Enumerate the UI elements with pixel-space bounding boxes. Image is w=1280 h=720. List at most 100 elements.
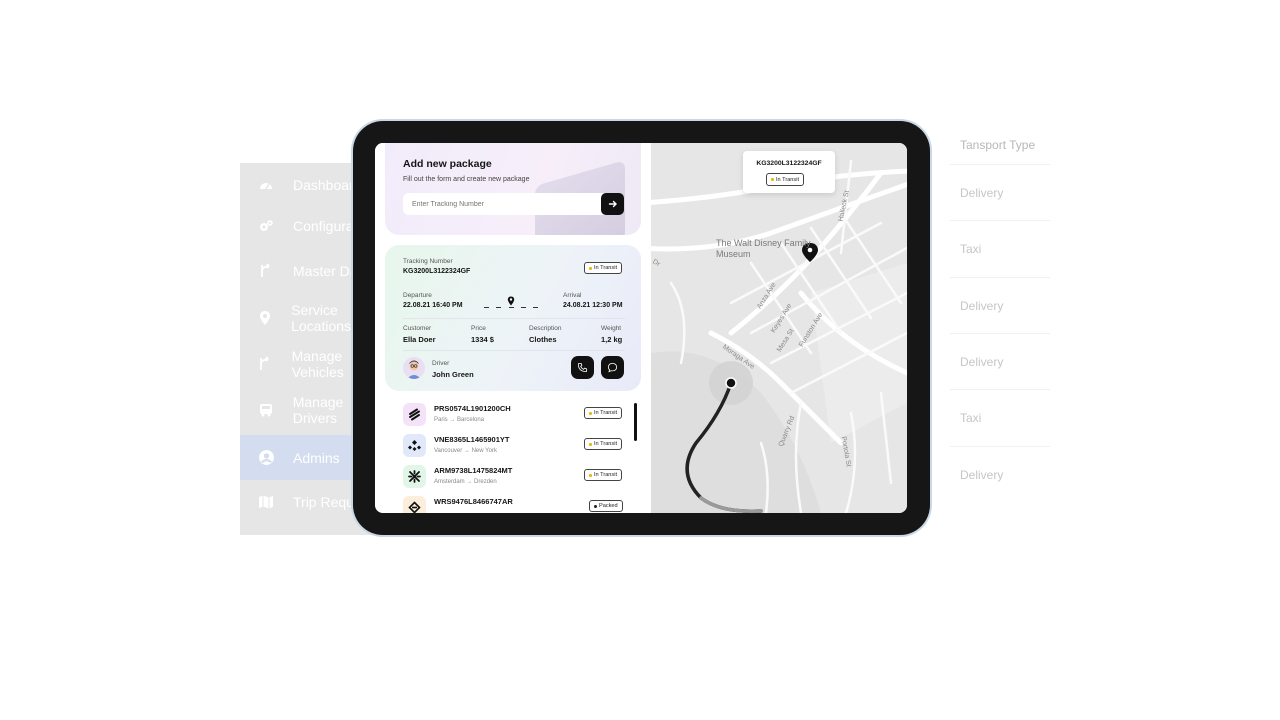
status-dot [771,178,774,181]
status-badge: In Transit [584,407,623,419]
add-package-subtitle: Fill out the form and create new package [403,176,530,183]
table-cell: Taxi [950,389,1050,445]
status-dot [589,266,592,270]
package-panel: Add new package Fill out the form and cr… [375,143,651,513]
add-package-title: Add new package [403,158,492,170]
status-badge: In Transit [584,262,623,274]
sidebar-item-label: Admins [293,449,340,466]
status-badge: In Transit [584,469,623,481]
package-route: Vancouver → New York [434,448,497,454]
stripes-icon [409,408,420,421]
package-details-card: Tracking Number KG3200L3122324GF In Tran… [385,245,641,391]
stack-icon [408,501,421,513]
sidebar-item-label: Dashboard [293,177,362,193]
driver-avatar [403,357,425,379]
map-view[interactable]: KG3200L3122324GF In Transit The Walt Dis… [651,143,907,513]
package-id: WRS9476L8466747AR [434,497,513,506]
route-to: Drezden [474,479,497,485]
route-from: Paris [434,417,448,423]
route-from: Amsterdam [434,479,465,485]
route-icon [257,262,275,280]
route-dash [533,307,538,308]
list-item[interactable]: ARM9738L1475824MT Amsterdam → Drezden In… [385,461,635,492]
description-label: Description [529,325,562,332]
status-text: In Transit [776,176,800,183]
divider [403,350,625,351]
package-id: VNE8365L1465901YT [434,435,510,444]
diamond-dots-icon [408,440,421,451]
status-dot [589,411,592,415]
table-cell: Delivery [950,446,1050,502]
package-logo [403,434,426,457]
list-item[interactable]: WRS9476L8466747AR Packed [385,492,635,513]
table-cell: Delivery [950,164,1050,220]
location-pin-icon [257,309,273,327]
route-dash [484,307,489,308]
map-icon [257,493,275,511]
arrow-right-icon: → [463,448,470,454]
weight-label: Weight [601,325,622,332]
package-route: Amsterdam → Drezden [434,479,497,485]
package-list: PRS0574L1901200CH Paris → Barcelona In T… [385,399,641,513]
map-place-label: The Walt Disney Family Museum [716,238,811,259]
list-scrollbar[interactable] [634,403,637,441]
status-text: In Transit [594,265,618,271]
status-text: In Transit [594,441,618,447]
route-dash [496,307,501,308]
route-from: Vancouver [434,448,463,454]
list-item[interactable]: VNE8365L1465901YT Vancouver → New York I… [385,430,635,461]
package-id: ARM9738L1475824MT [434,466,513,475]
message-driver-button[interactable] [601,356,624,379]
description-value: Clothes [529,335,557,344]
cross-icon [408,470,421,483]
tracking-number-label: Tracking Number [403,258,453,265]
status-text: In Transit [594,410,618,416]
map-tracking-number: KG3200L3122324GF [756,160,822,167]
arrow-right-icon [608,200,617,208]
avatar-icon [407,360,421,379]
submit-tracking-button[interactable] [601,193,624,215]
package-route: Paris → Barcelona [434,417,484,423]
map-tracking-popup: KG3200L3122324GF In Transit [743,151,835,193]
package-logo [403,496,426,513]
arrival-value: 24.08.21 12:30 PM [563,302,623,309]
package-logo [403,403,426,426]
route-icon [257,355,274,373]
screenshot-stage: Dashboard Configurations Master Data Ser… [0,0,1280,720]
table-cell: Delivery [950,277,1050,333]
weight-value: 1,2 kg [601,335,623,344]
package-id: PRS0574L1901200CH [434,404,511,413]
list-item[interactable]: PRS0574L1901200CH Paris → Barcelona In T… [385,399,635,430]
arrow-right-icon: → [449,417,456,423]
gears-icon [257,217,275,235]
arrow-right-icon: → [466,479,473,485]
call-driver-button[interactable] [571,356,594,379]
divider [403,318,625,319]
route-dash [521,307,526,308]
status-text: In Transit [594,472,618,478]
status-dot [594,504,597,508]
departure-label: Departure [403,292,432,299]
chat-bubble-icon [607,362,618,373]
add-package-card: Add new package Fill out the form and cr… [385,143,641,235]
status-badge: In Transit [584,438,623,450]
status-badge: In Transit [766,173,805,186]
status-dot [589,473,592,477]
route-dash [509,307,514,308]
route-pin-icon [507,296,515,306]
user-circle-icon [257,449,275,467]
route-to: Barcelona [457,417,485,423]
phone-icon [577,362,588,373]
table-cell: Taxi [950,220,1050,276]
tracking-number-value: KG3200L3122324GF [403,268,471,275]
gauge-icon [257,176,275,194]
tracking-number-input[interactable] [403,193,623,215]
departure-value: 22.08.21 16:40 PM [403,302,463,309]
driver-name: John Green [432,370,474,379]
tablet-screen: Add new package Fill out the form and cr… [375,143,907,513]
column-header-transport-type: Tansport Type [960,138,1036,152]
bus-icon [257,401,275,419]
package-logo [403,465,426,488]
route-to: New York [471,448,497,454]
table-cell: Delivery [950,333,1050,389]
